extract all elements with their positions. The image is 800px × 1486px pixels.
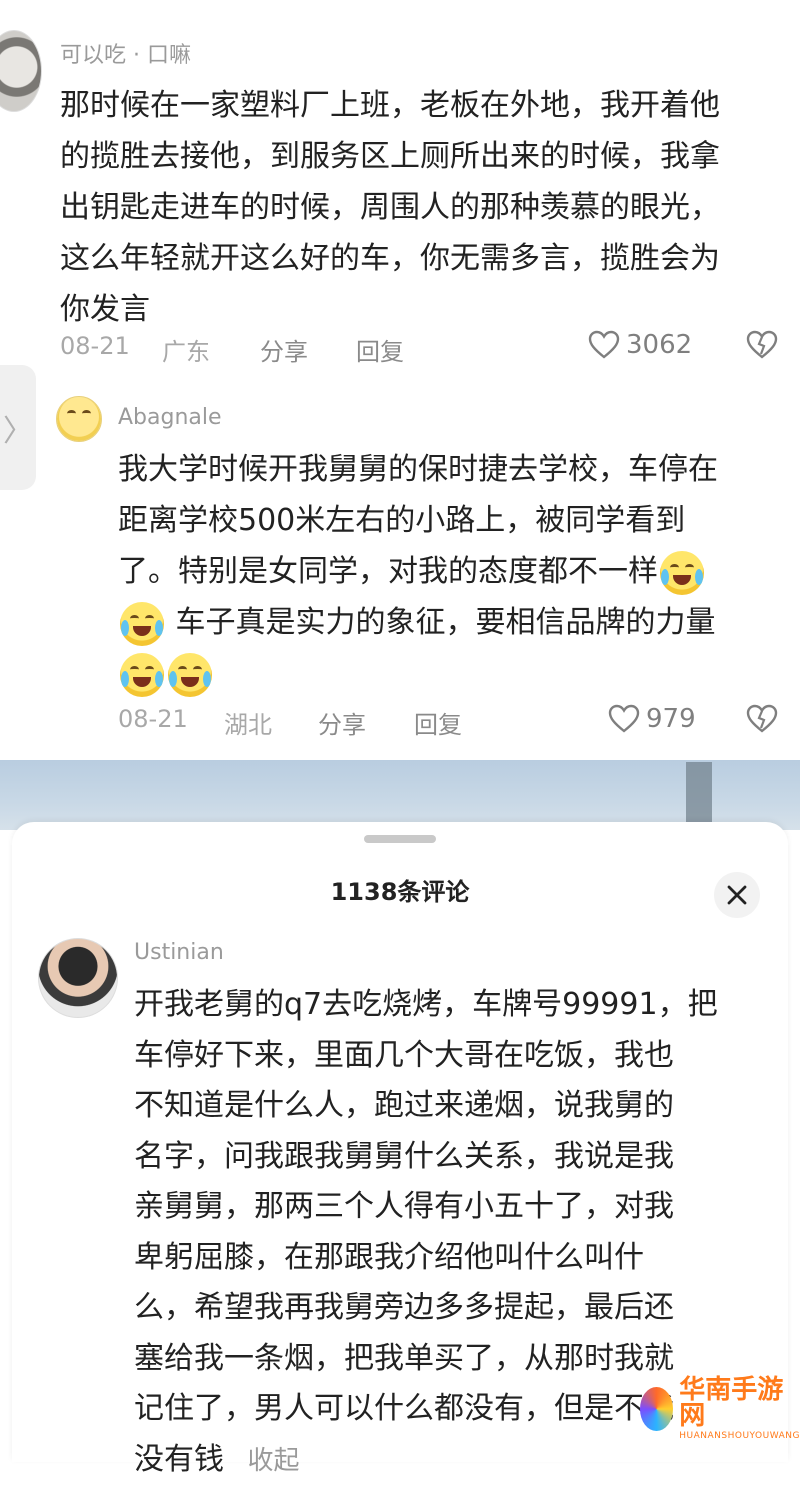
like-count: 979	[646, 704, 696, 734]
dislike-icon[interactable]	[746, 704, 778, 734]
like-button[interactable]: 979	[608, 704, 696, 734]
reply-button[interactable]: 回复	[356, 332, 404, 367]
comment-text-line: 不知道是什么人，跑过来递烟，说我舅的	[134, 1081, 784, 1132]
comment-text: 那时候在一家塑料厂上班，老板在外地，我开着他 的揽胜去接他，到服务区上厕所出来的…	[60, 80, 790, 335]
comment-text-line-with-emoji: 车子真是实力的象征，要相信品牌的力量	[118, 597, 788, 648]
background-pole	[686, 762, 712, 830]
user-avatar[interactable]	[38, 938, 118, 1018]
laugh-cry-emoji-icon	[168, 653, 212, 697]
comment-text-line: 出钥匙走进车的时候，周围人的那种羡慕的眼光，	[60, 182, 790, 233]
comment-location: 广东	[162, 332, 210, 367]
close-button[interactable]	[714, 872, 760, 918]
comment-username[interactable]: Ustinian	[134, 940, 224, 965]
comment-username[interactable]: Abagnale	[118, 405, 222, 430]
comment-username[interactable]: 可以吃 · 口嘛	[60, 37, 191, 69]
comment-text-line: 开我老舅的q7去吃烧烤，车牌号99991，把	[134, 980, 784, 1031]
comment-text-line: 亲舅舅，那两三个人得有小五十了，对我	[134, 1182, 784, 1233]
comment-text-line: 这么年轻就开这么好的车，你无需多言，揽胜会为	[60, 233, 790, 284]
background-photo	[0, 760, 800, 830]
side-expand-tab[interactable]: 〉	[0, 365, 36, 490]
comment-text-line-with-emoji: 了。特别是女同学，对我的态度都不一样	[118, 546, 788, 597]
sheet-drag-handle[interactable]	[364, 835, 436, 843]
close-icon	[726, 884, 748, 906]
watermark-subtext: HUANANSHOUYOUWANG	[679, 1432, 800, 1441]
collapse-link[interactable]: 收起	[248, 1446, 300, 1476]
emoji-row	[118, 648, 788, 699]
user-avatar[interactable]	[56, 396, 102, 442]
share-button[interactable]: 分享	[260, 332, 308, 367]
laugh-cry-emoji-icon	[120, 653, 164, 697]
site-watermark: 华南手游网 HUANANSHOUYOUWANG	[640, 1378, 800, 1439]
comment-text-line: 你发言	[60, 284, 790, 335]
like-button[interactable]: 3062	[588, 330, 692, 360]
user-avatar[interactable]	[0, 30, 42, 112]
comment-text-line: 我大学时候开我舅舅的保时捷去学校，车停在	[118, 444, 788, 495]
comment-text-line: 么，希望我再我舅旁边多多提起，最后还	[134, 1283, 784, 1334]
comment-text-line: 距离学校500米左右的小路上，被同学看到	[118, 495, 788, 546]
comment-text-line-last: 没有钱 收起	[134, 1435, 784, 1486]
heart-icon	[608, 704, 640, 734]
dislike-icon[interactable]	[746, 330, 778, 360]
comment-date: 08-21	[118, 705, 188, 733]
chevron-right-icon: 〉	[3, 406, 33, 450]
watermark-text: 华南手游网	[679, 1377, 800, 1429]
laugh-cry-emoji-icon	[660, 551, 704, 595]
sheet-title: 1138条评论	[0, 872, 800, 907]
like-count: 3062	[626, 330, 692, 360]
comment-text-line: 车停好下来，里面几个大哥在吃饭，我也	[134, 1031, 784, 1082]
comment-location: 湖北	[224, 705, 272, 740]
watermark-logo-icon	[640, 1387, 673, 1431]
comment-date: 08-21	[60, 332, 130, 360]
comment-text-line: 那时候在一家塑料厂上班，老板在外地，我开着他	[60, 80, 790, 131]
comment-text: 我大学时候开我舅舅的保时捷去学校，车停在 距离学校500米左右的小路上，被同学看…	[118, 444, 788, 699]
share-button[interactable]: 分享	[318, 705, 366, 740]
heart-icon	[588, 330, 620, 360]
comment-text-line: 名字，问我跟我舅舅什么关系，我说是我	[134, 1132, 784, 1183]
reply-button[interactable]: 回复	[414, 705, 462, 740]
comment-text-line: 卑躬屈膝，在那跟我介绍他叫什么叫什	[134, 1233, 784, 1284]
laugh-cry-emoji-icon	[120, 602, 164, 646]
comment-text-line: 的揽胜去接他，到服务区上厕所出来的时候，我拿	[60, 131, 790, 182]
